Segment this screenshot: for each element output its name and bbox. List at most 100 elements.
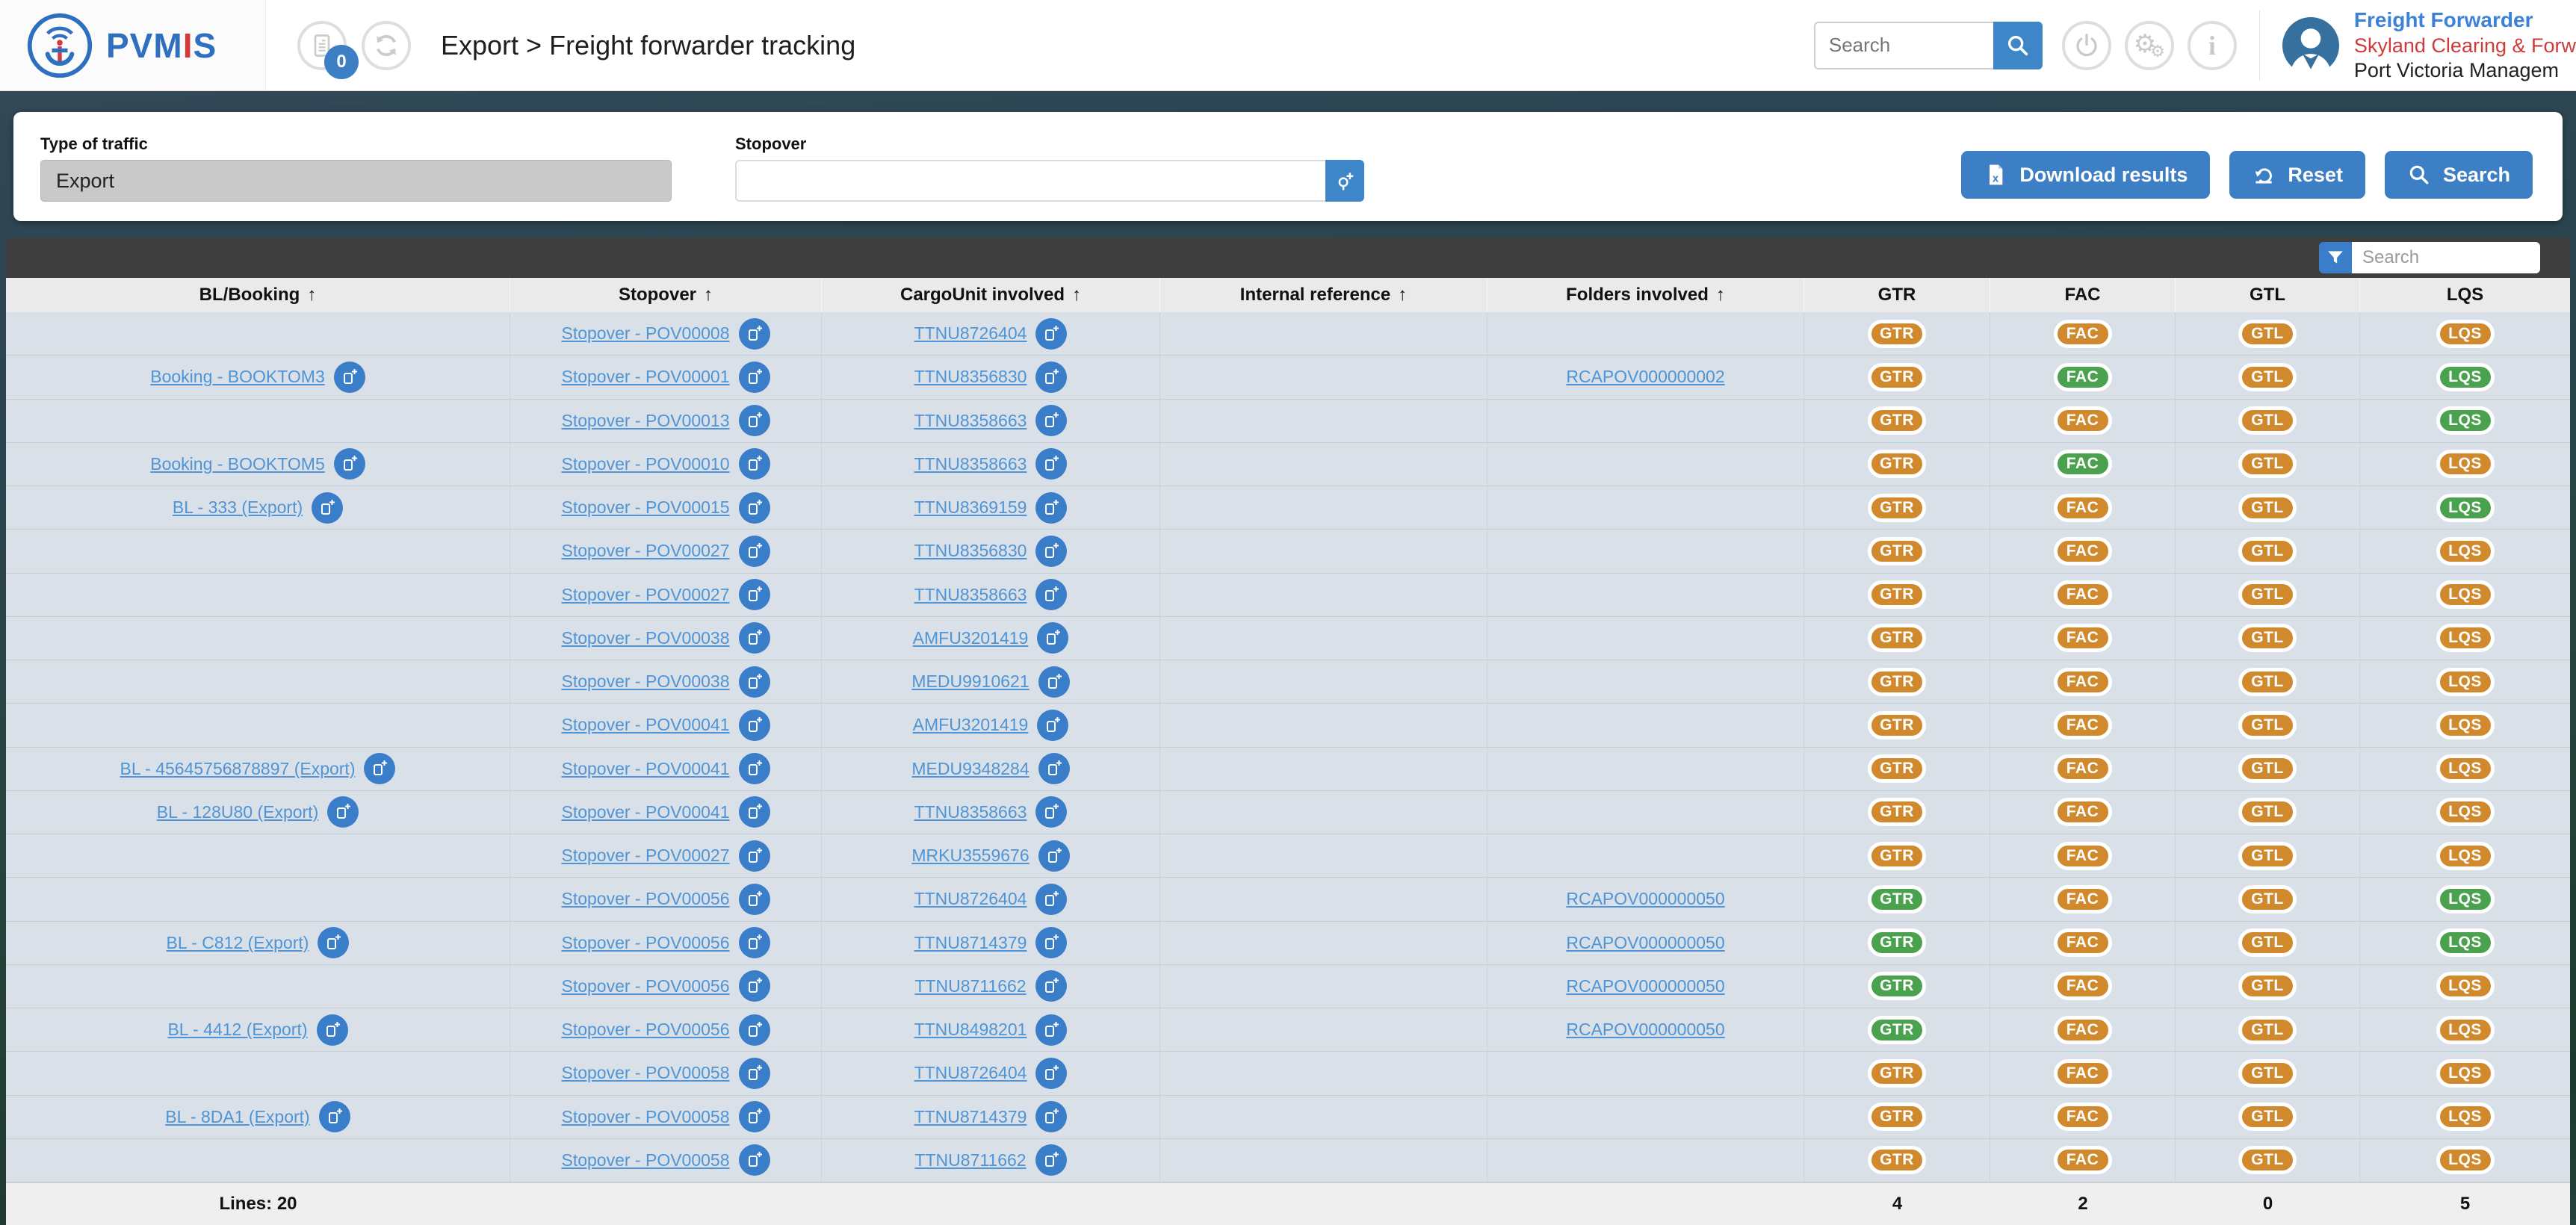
cargo-unit-link[interactable]: TTNU8356830 (914, 541, 1027, 561)
open-record-button[interactable] (1035, 1144, 1067, 1176)
open-record-button[interactable] (1035, 1058, 1067, 1089)
stopover-link[interactable]: Stopover - POV00038 (561, 628, 729, 648)
column-header-folders-involved[interactable]: Folders involved↑ (1487, 278, 1804, 312)
cargo-unit-link[interactable]: TTNU8714379 (914, 1107, 1027, 1127)
column-header-gtl[interactable]: GTL (2176, 278, 2360, 312)
reset-button[interactable]: Reset (2229, 151, 2365, 199)
open-record-button[interactable] (327, 796, 359, 828)
open-record-button[interactable] (1035, 448, 1067, 480)
user-block[interactable]: Freight Forwarder Skyland Clearing & For… (2282, 7, 2576, 82)
folder-link[interactable]: RCAPOV000000050 (1566, 889, 1724, 909)
open-record-button[interactable] (739, 884, 770, 915)
open-record-button[interactable] (739, 536, 770, 567)
open-record-button[interactable] (312, 492, 343, 524)
stopover-link[interactable]: Stopover - POV00013 (561, 411, 729, 431)
cargo-unit-link[interactable]: TTNU8369159 (914, 497, 1027, 518)
stopover-link[interactable]: Stopover - POV00027 (561, 846, 729, 866)
documents-button[interactable]: 0 (297, 21, 347, 70)
column-header-stopover[interactable]: Stopover↑ (510, 278, 822, 312)
stopover-link[interactable]: Stopover - POV00056 (561, 889, 729, 909)
stopover-link[interactable]: Stopover - POV00027 (561, 585, 729, 605)
open-record-button[interactable] (1035, 579, 1067, 610)
open-record-button[interactable] (739, 622, 770, 654)
app-logo[interactable]: PVMIS (0, 0, 266, 90)
refresh-button[interactable] (362, 21, 411, 70)
bl-booking-link[interactable]: BL - 8DA1 (Export) (165, 1107, 309, 1127)
open-record-button[interactable] (739, 1014, 770, 1046)
cargo-unit-link[interactable]: TTNU8358663 (914, 454, 1027, 474)
stopover-link[interactable]: Stopover - POV00056 (561, 1020, 729, 1040)
bl-booking-link[interactable]: BL - 128U80 (Export) (157, 802, 318, 822)
table-search-input[interactable] (2352, 242, 2540, 273)
cargo-unit-link[interactable]: TTNU8726404 (914, 889, 1027, 909)
open-record-button[interactable] (1035, 405, 1067, 436)
settings-button[interactable]: ⚙⚙ (2125, 21, 2174, 70)
open-record-button[interactable] (739, 362, 770, 393)
bl-booking-link[interactable]: Booking - BOOKTOM3 (150, 367, 325, 387)
bl-booking-link[interactable]: BL - 333 (Export) (173, 497, 303, 518)
open-record-button[interactable] (1035, 492, 1067, 524)
open-record-button[interactable] (319, 1101, 350, 1132)
open-record-button[interactable] (1038, 753, 1070, 784)
open-record-button[interactable] (334, 362, 365, 393)
open-record-button[interactable] (739, 666, 770, 698)
bl-booking-link[interactable]: BL - C812 (Export) (167, 933, 309, 953)
stopover-link[interactable]: Stopover - POV00041 (561, 759, 729, 779)
open-record-button[interactable] (318, 927, 349, 958)
open-record-button[interactable] (364, 753, 395, 784)
open-record-button[interactable] (334, 448, 365, 480)
download-results-button[interactable]: x Download results (1961, 151, 2210, 199)
cargo-unit-link[interactable]: MEDU9348284 (911, 759, 1029, 779)
open-record-button[interactable] (739, 579, 770, 610)
column-header-lqs[interactable]: LQS (2360, 278, 2570, 312)
stopover-link[interactable]: Stopover - POV00008 (561, 323, 729, 344)
cargo-unit-link[interactable]: MEDU9910621 (911, 672, 1029, 692)
open-record-button[interactable] (1038, 666, 1070, 698)
bl-booking-link[interactable]: BL - 4412 (Export) (167, 1020, 307, 1040)
cargo-unit-link[interactable]: TTNU8358663 (914, 411, 1027, 431)
open-record-button[interactable] (739, 405, 770, 436)
open-record-button[interactable] (1035, 884, 1067, 915)
info-button[interactable]: i (2188, 21, 2237, 70)
stopover-link[interactable]: Stopover - POV00058 (561, 1107, 729, 1127)
cargo-unit-link[interactable]: TTNU8726404 (914, 1063, 1027, 1083)
column-header-gtr[interactable]: GTR (1804, 278, 1990, 312)
cargo-unit-link[interactable]: TTNU8358663 (914, 585, 1027, 605)
open-record-button[interactable] (739, 448, 770, 480)
cargo-unit-link[interactable]: TTNU8356830 (914, 367, 1027, 387)
column-header-cargounit-involved[interactable]: CargoUnit involved↑ (822, 278, 1160, 312)
open-record-button[interactable] (739, 796, 770, 828)
open-record-button[interactable] (1035, 1101, 1067, 1132)
open-record-button[interactable] (739, 1144, 770, 1176)
open-record-button[interactable] (739, 840, 770, 872)
bl-booking-link[interactable]: Booking - BOOKTOM5 (150, 454, 325, 474)
cargo-unit-link[interactable]: MRKU3559676 (911, 846, 1029, 866)
cargo-unit-link[interactable]: AMFU3201419 (913, 628, 1029, 648)
stopover-link[interactable]: Stopover - POV00041 (561, 715, 729, 735)
open-record-button[interactable] (739, 927, 770, 958)
open-record-button[interactable] (739, 1101, 770, 1132)
open-record-button[interactable] (739, 710, 770, 741)
open-record-button[interactable] (739, 492, 770, 524)
open-record-button[interactable] (1035, 796, 1067, 828)
open-record-button[interactable] (1038, 840, 1070, 872)
column-header-bl-booking[interactable]: BL/Booking↑ (6, 278, 510, 312)
stopover-link[interactable]: Stopover - POV00058 (561, 1063, 729, 1083)
table-filter-button[interactable] (2319, 242, 2352, 273)
open-record-button[interactable] (1035, 970, 1067, 1002)
stopover-link[interactable]: Stopover - POV00027 (561, 541, 729, 561)
open-record-button[interactable] (1037, 710, 1068, 741)
stopover-link[interactable]: Stopover - POV00015 (561, 497, 729, 518)
stopover-link[interactable]: Stopover - POV00056 (561, 933, 729, 953)
open-record-button[interactable] (1035, 536, 1067, 567)
cargo-unit-link[interactable]: TTNU8498201 (914, 1020, 1027, 1040)
open-record-button[interactable] (739, 970, 770, 1002)
column-header-internal-reference[interactable]: Internal reference↑ (1160, 278, 1487, 312)
cargo-unit-link[interactable]: TTNU8726404 (914, 323, 1027, 344)
open-record-button[interactable] (1035, 362, 1067, 393)
folder-link[interactable]: RCAPOV000000050 (1566, 976, 1724, 996)
global-search-input[interactable] (1814, 22, 1993, 69)
stopover-link[interactable]: Stopover - POV00041 (561, 802, 729, 822)
open-record-button[interactable] (1037, 622, 1068, 654)
column-header-fac[interactable]: FAC (1990, 278, 2176, 312)
